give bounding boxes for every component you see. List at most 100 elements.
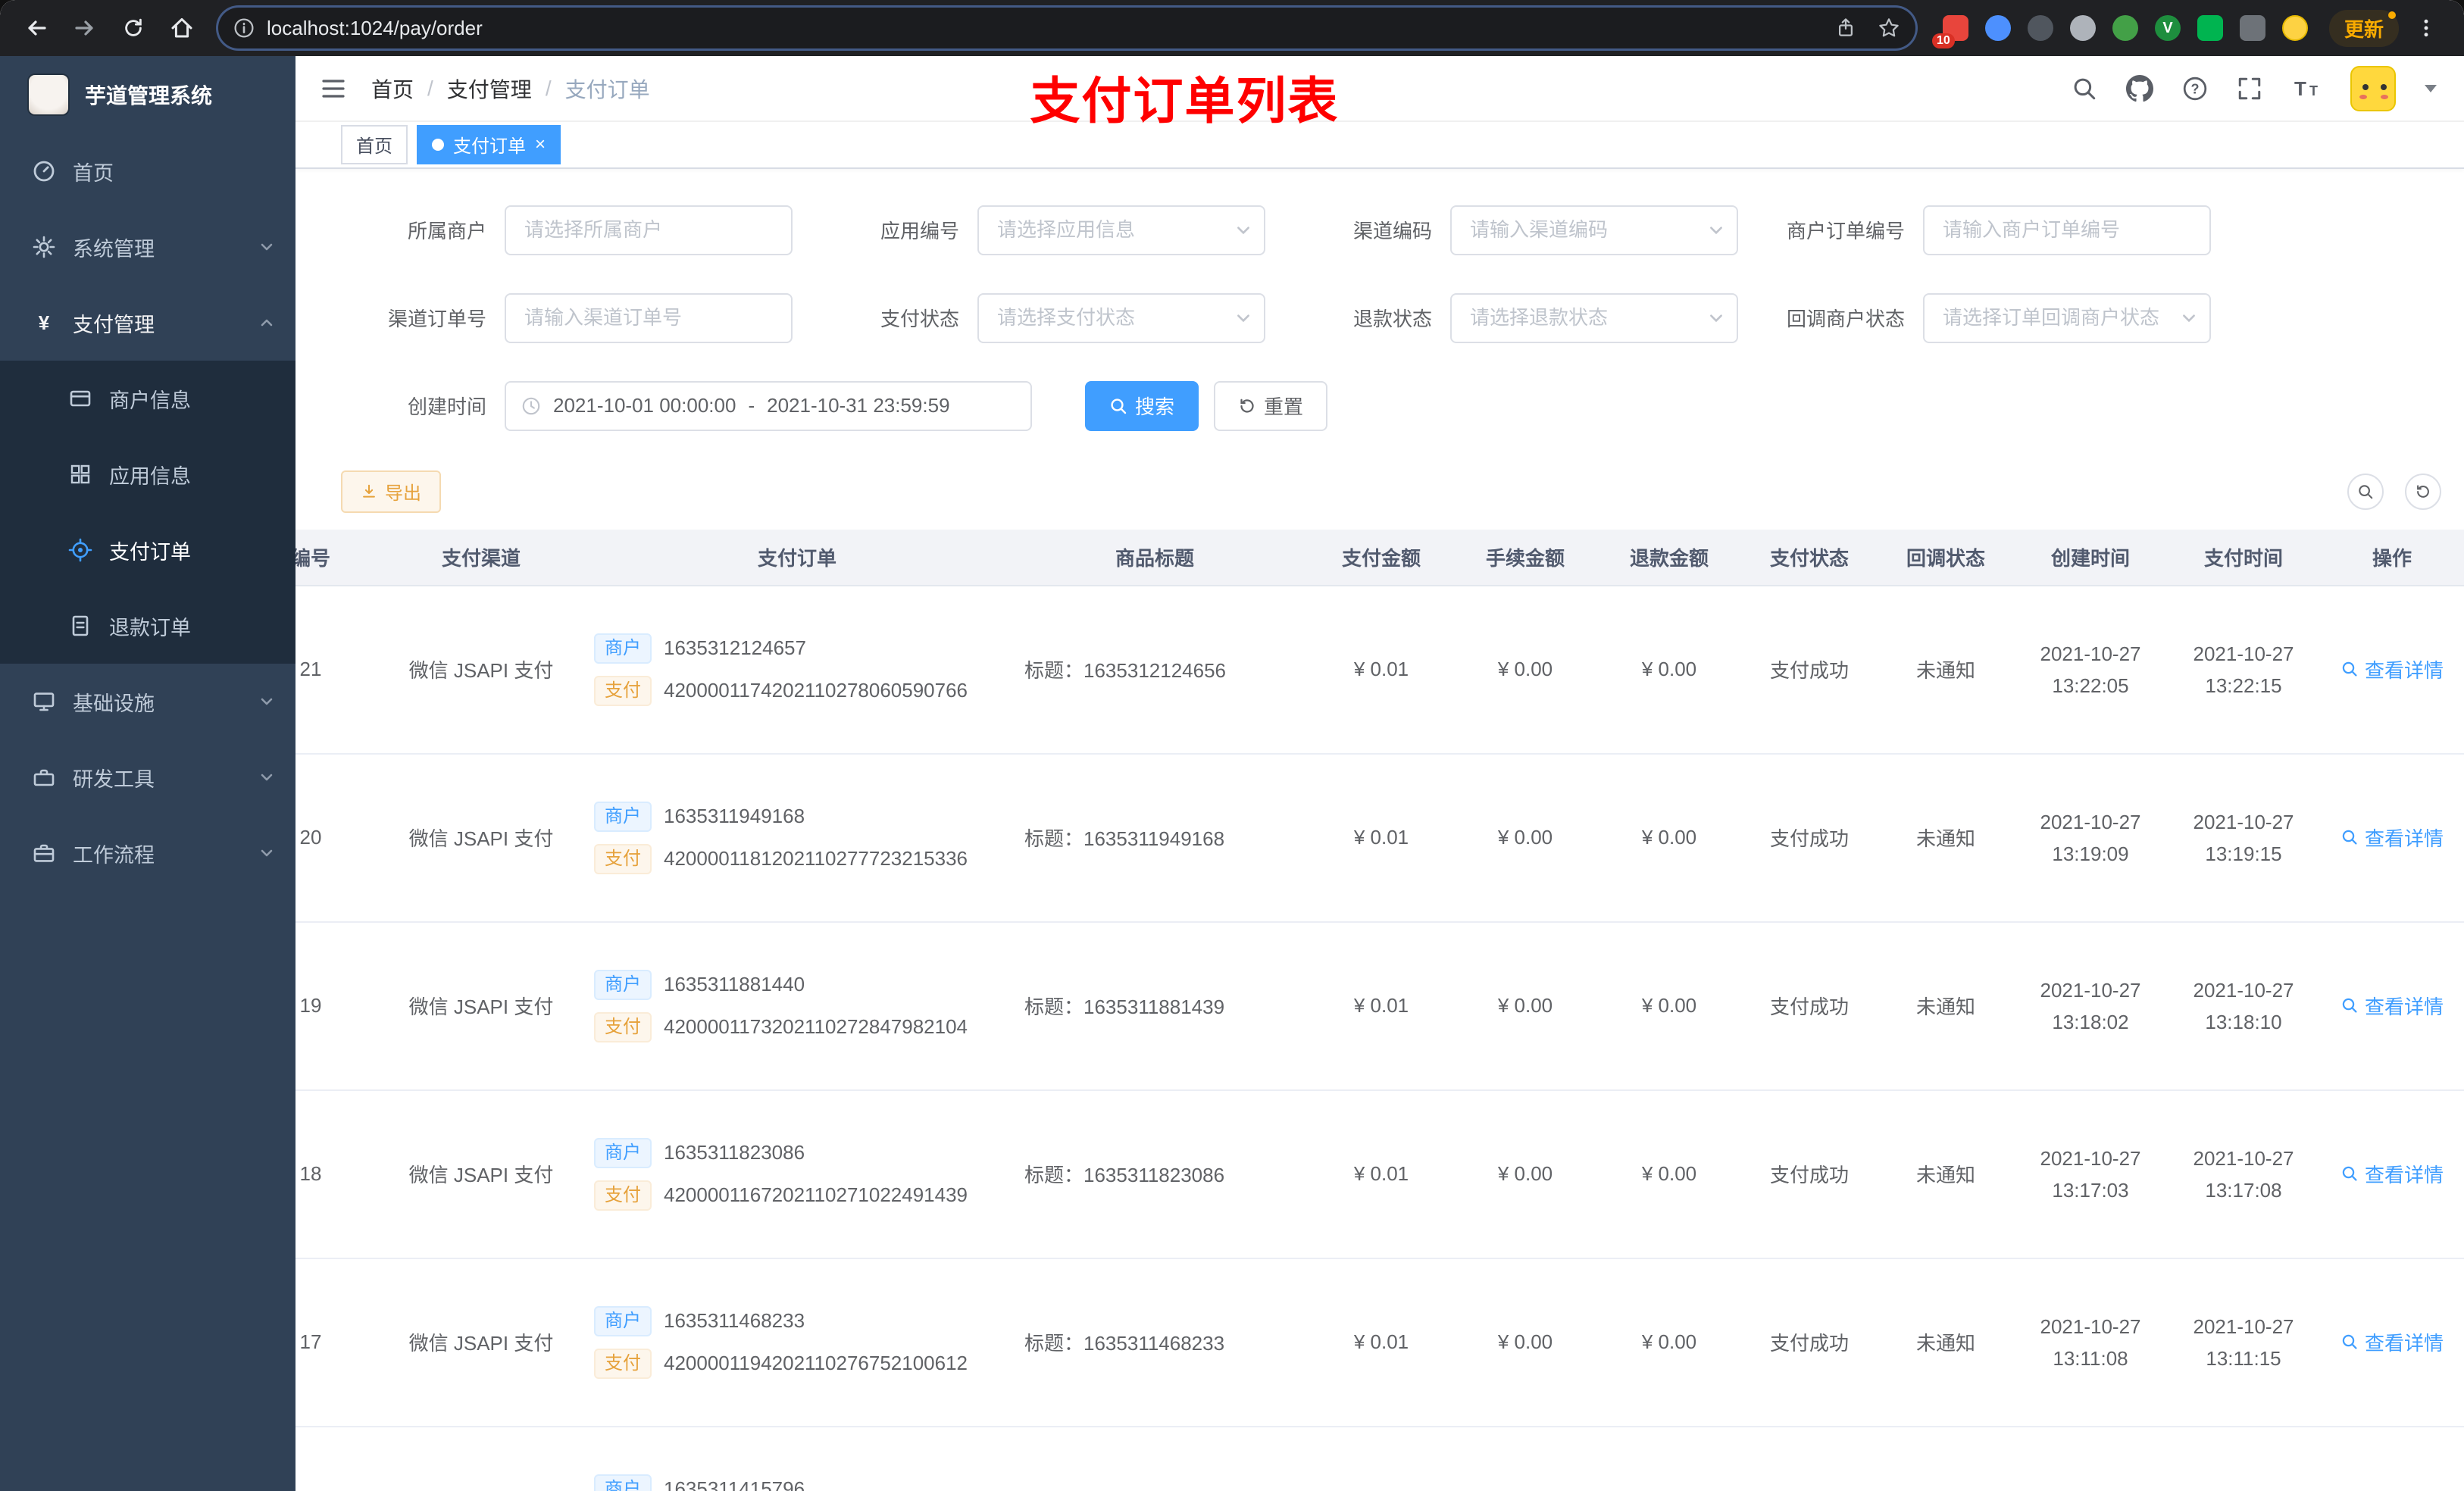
- chevron-down-icon: [1708, 310, 1724, 327]
- user-avatar[interactable]: [2350, 65, 2396, 111]
- address-bar[interactable]: localhost:1024/pay/order: [218, 8, 1915, 48]
- breadcrumb-home[interactable]: 首页: [371, 73, 414, 104]
- sidebar-item-pay-order[interactable]: 支付订单: [0, 512, 295, 588]
- cell-pay-status: 支付成功: [1741, 585, 1878, 755]
- view-detail-link[interactable]: 查看详情: [2340, 1160, 2444, 1188]
- extension-icon-1[interactable]: 10: [1932, 15, 1968, 48]
- extension-icon-4[interactable]: [2070, 15, 2096, 41]
- sidebar-item-app-info[interactable]: 应用信息: [0, 436, 295, 512]
- cell-pay-status: 支付成功: [1741, 753, 1878, 923]
- merchant-order-no-input[interactable]: [1923, 205, 2211, 255]
- cell-channel: 微信 JSAPI 支付: [386, 753, 576, 923]
- grid-icon: [67, 462, 94, 486]
- app-id-select[interactable]: [977, 205, 1265, 255]
- sidebar-item-dev-tools[interactable]: 研发工具: [0, 739, 295, 815]
- refresh-table-icon[interactable]: [2405, 473, 2441, 510]
- puzzle-extensions-icon[interactable]: [2240, 15, 2265, 41]
- browser-menu-icon[interactable]: [2405, 7, 2447, 49]
- extension-icon-6[interactable]: V: [2155, 15, 2181, 41]
- extension-icon-3[interactable]: [2028, 15, 2053, 41]
- channel-order-no-input[interactable]: [505, 292, 793, 343]
- avatar-caret-icon[interactable]: [2425, 84, 2437, 92]
- bookmark-star-icon[interactable]: [1878, 17, 1900, 39]
- date-range-picker[interactable]: 2021-10-01 00:00:00 - 2021-10-31 23:59:5…: [505, 380, 1032, 431]
- reset-button[interactable]: 重置: [1214, 380, 1328, 431]
- extension-icon-5[interactable]: [2112, 15, 2138, 41]
- channel-pay-no: 4200001174202110278060590766: [664, 679, 968, 702]
- help-icon[interactable]: ?: [2182, 76, 2208, 102]
- date-start: 2021-10-01 00:00:00: [553, 394, 736, 417]
- page-annotation: 支付订单列表: [1030, 73, 1340, 129]
- collapse-sidebar-icon[interactable]: [320, 75, 347, 102]
- pay-status-select[interactable]: [977, 292, 1265, 343]
- export-button[interactable]: 导出: [341, 470, 441, 513]
- fullscreen-icon[interactable]: [2237, 76, 2262, 102]
- cell-title: 标题：1635311823086: [1000, 1089, 1309, 1259]
- refund-status-select[interactable]: [1450, 292, 1738, 343]
- sidebar-item-refund-order[interactable]: 退款订单: [0, 588, 295, 664]
- chevron-down-icon: [259, 694, 274, 709]
- back-icon[interactable]: [15, 7, 58, 49]
- toggle-search-icon[interactable]: [2347, 473, 2384, 510]
- github-icon[interactable]: [2126, 74, 2153, 102]
- cell-pay-status: 支付成功: [1741, 1089, 1878, 1259]
- cell-refund-amount: [1597, 1426, 1741, 1491]
- sidebar: 芋道管理系统 首页 系统管理 ¥ 支付管理 商户信息 应用信息 支付订单 退款订…: [0, 56, 295, 1491]
- title-prefix: 标题：: [1024, 996, 1084, 1019]
- view-detail-link[interactable]: 查看详情: [2340, 992, 2444, 1020]
- cell-create-time: 2021-10-27 13:18:02: [2014, 921, 2167, 1091]
- chevron-down-icon: [1235, 310, 1252, 327]
- breadcrumb-current: 支付订单: [564, 77, 650, 102]
- cell-pay-order: 商户 1635311415796 支付: [576, 1426, 1000, 1491]
- browser-update-button[interactable]: 更新: [2329, 9, 2400, 47]
- notify-status-select[interactable]: [1923, 292, 2211, 343]
- cell-pay-status: 支付成功: [1741, 1258, 1878, 1427]
- sidebar-item-payment[interactable]: ¥ 支付管理: [0, 285, 295, 361]
- title-prefix: 标题：: [1024, 1332, 1084, 1355]
- cell-fee-amount: ¥ 0.00: [1453, 585, 1597, 755]
- cell-fee-amount: ¥ 0.00: [1453, 1258, 1597, 1427]
- sidebar-item-system[interactable]: 系统管理: [0, 209, 295, 285]
- cell-pay-amount: ¥ 0.01: [1309, 1089, 1453, 1259]
- breadcrumb-separator: /: [427, 76, 433, 100]
- top-navbar: 首页 / 支付管理 / 支付订单 支付订单列表 ? T T: [295, 56, 2464, 129]
- breadcrumb-payment[interactable]: 支付管理: [447, 73, 532, 104]
- merchant-select[interactable]: [505, 205, 793, 255]
- view-detail-link[interactable]: 查看详情: [2340, 1328, 2444, 1356]
- cell-pay-time: [2167, 1426, 2320, 1491]
- extension-icon-2[interactable]: [1985, 15, 2011, 41]
- sidebar-item-home[interactable]: 首页: [0, 133, 295, 209]
- sidebar-item-merchant-info[interactable]: 商户信息: [0, 361, 295, 436]
- font-size-icon[interactable]: TT: [2291, 77, 2322, 101]
- view-detail-link[interactable]: 查看详情: [2340, 655, 2444, 683]
- extension-icon-7[interactable]: [2197, 15, 2223, 41]
- channel-code-select[interactable]: [1450, 205, 1738, 255]
- col-notify-status: 回调状态: [1878, 529, 2014, 586]
- cell-pay-order: 商户 1635311949168 支付 42000011812021102777…: [576, 753, 1000, 923]
- view-detail-link[interactable]: 查看详情: [2340, 824, 2444, 852]
- forward-icon[interactable]: [64, 7, 106, 49]
- chevron-down-icon: [259, 846, 274, 861]
- col-pay-time: 支付时间: [2167, 529, 2320, 586]
- cell-id: 18: [295, 1089, 386, 1259]
- navbar-actions: ? TT: [2072, 65, 2437, 111]
- site-info-icon[interactable]: [233, 17, 255, 39]
- app-frame: 芋道管理系统 首页 系统管理 ¥ 支付管理 商户信息 应用信息 支付订单 退款订…: [0, 56, 2464, 1491]
- sidebar-item-infra[interactable]: 基础设施: [0, 664, 295, 739]
- cell-title: 标题：1635311468233: [1000, 1258, 1309, 1427]
- title-value: 1635311823086: [1083, 1164, 1225, 1187]
- col-title: 商品标题: [1000, 529, 1309, 586]
- search-button[interactable]: 搜索: [1085, 380, 1199, 431]
- home-icon[interactable]: [161, 7, 203, 49]
- sidebar-item-workflow[interactable]: 工作流程: [0, 815, 295, 891]
- search-icon[interactable]: [2072, 76, 2097, 102]
- merchant-order-no: 1635311415796: [664, 1477, 805, 1491]
- share-icon[interactable]: [1835, 17, 1856, 39]
- tab-home[interactable]: 首页: [341, 124, 408, 164]
- reload-icon[interactable]: [112, 7, 155, 49]
- table-toolbar: 导出: [341, 470, 2441, 513]
- tab-pay-order[interactable]: 支付订单 ×: [417, 124, 561, 164]
- tab-close-icon[interactable]: ×: [535, 135, 546, 154]
- profile-avatar-icon[interactable]: [2282, 15, 2308, 41]
- field-label: 回调商户状态: [1786, 308, 1905, 331]
